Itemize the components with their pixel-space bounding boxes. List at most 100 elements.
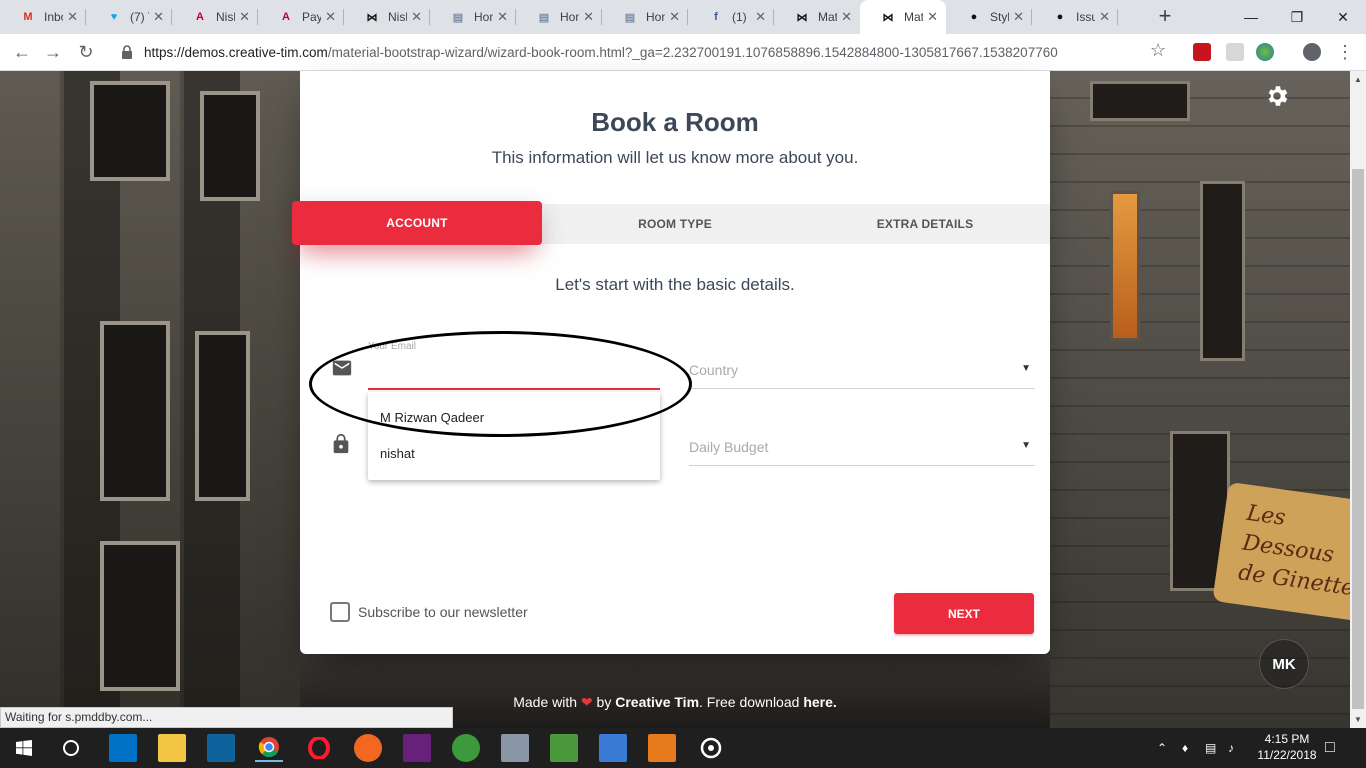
browser-tab[interactable]: ● Style ✕ xyxy=(946,0,1032,34)
new-tab-button[interactable]: + xyxy=(1153,4,1177,28)
maximize-button[interactable]: ❐ xyxy=(1274,0,1320,34)
browser-tab[interactable]: ▤ Hon ✕ xyxy=(516,0,602,34)
clock-time: 4:15 PM xyxy=(1264,732,1310,746)
volume-icon[interactable]: ♪ xyxy=(1228,728,1234,768)
browser-tab-title: Nish xyxy=(216,10,235,24)
menu-icon[interactable]: ⋮ xyxy=(1333,40,1357,64)
opera-icon[interactable] xyxy=(305,734,333,762)
browser-tab[interactable]: A Nish ✕ xyxy=(172,0,258,34)
minimize-button[interactable]: — xyxy=(1228,0,1274,34)
next-button[interactable]: NEXT xyxy=(894,593,1034,634)
avatar[interactable]: MK xyxy=(1259,639,1309,689)
scroll-down-icon[interactable]: ▼ xyxy=(1354,715,1362,724)
tab-room-type[interactable]: ROOM TYPE xyxy=(550,204,800,244)
browser-tab[interactable]: f (1) F ✕ xyxy=(688,0,774,34)
close-tab-icon[interactable]: ✕ xyxy=(583,9,594,25)
footer-download-link[interactable]: here. xyxy=(803,694,836,710)
country-select[interactable]: Country ▼ xyxy=(689,359,1035,389)
profile-icon[interactable] xyxy=(1303,43,1321,61)
browser-tab-title: Inbo xyxy=(44,10,63,24)
target-app-icon[interactable] xyxy=(697,734,725,762)
network-tray-icon[interactable]: ▤ xyxy=(1205,728,1216,768)
windows-start-icon[interactable] xyxy=(10,734,38,762)
close-tab-icon[interactable]: ✕ xyxy=(841,9,852,25)
close-tab-icon[interactable]: ✕ xyxy=(239,9,250,25)
notes-app-icon[interactable] xyxy=(550,734,578,762)
page-subtitle: This information will let us know more a… xyxy=(491,148,859,167)
visual-studio-icon[interactable] xyxy=(403,734,431,762)
browser-tab[interactable]: ⋈ Mat ✕ xyxy=(774,0,860,34)
search-icon[interactable] xyxy=(57,734,85,762)
security-tray-icon[interactable]: ♦ xyxy=(1182,728,1188,768)
show-hidden-icons[interactable]: ⌃ xyxy=(1157,728,1167,768)
postman-icon[interactable] xyxy=(354,734,382,762)
browser-tab[interactable]: ♥ (7) T ✕ xyxy=(86,0,172,34)
gmail-icon: M xyxy=(23,11,33,23)
email-underline xyxy=(368,388,660,390)
building-right-image: Les Dessous de Ginette xyxy=(1050,71,1350,728)
close-tab-icon[interactable]: ✕ xyxy=(1013,9,1024,25)
remote-desktop-icon[interactable] xyxy=(599,734,627,762)
acrobat-extension-icon[interactable] xyxy=(1193,43,1211,61)
frog-app-icon[interactable] xyxy=(452,734,480,762)
address-bar[interactable]: https://demos.creative-tim.com/material-… xyxy=(112,40,1177,64)
bookmark-star-icon[interactable]: ☆ xyxy=(1150,40,1166,61)
angular-icon: A xyxy=(196,11,204,23)
newsletter-checkbox[interactable] xyxy=(330,602,350,622)
bowtie-icon: ⋈ xyxy=(796,11,808,24)
browser-tab[interactable]: M Inbo ✕ xyxy=(0,0,86,34)
browser-tab[interactable]: ▤ Hon ✕ xyxy=(430,0,516,34)
globe-extension-icon[interactable] xyxy=(1256,43,1274,61)
browser-tab[interactable]: ▤ Hon ✕ xyxy=(602,0,688,34)
browser-tab[interactable]: ⋈ Mat ✕ xyxy=(860,0,946,34)
outlook-icon[interactable] xyxy=(109,734,137,762)
bowtie-icon: ⋈ xyxy=(882,11,894,24)
notifications-icon[interactable]: □ xyxy=(1325,728,1335,768)
close-tab-icon[interactable]: ✕ xyxy=(669,9,680,25)
file-explorer-icon[interactable] xyxy=(158,734,186,762)
vscode-icon[interactable] xyxy=(207,734,235,762)
browser-tab-title: Hon xyxy=(474,10,494,24)
daily-budget-select[interactable]: Daily Budget ▼ xyxy=(689,436,1035,466)
close-tab-icon[interactable]: ✕ xyxy=(497,9,508,25)
github-icon: ● xyxy=(1056,11,1064,23)
close-tab-icon[interactable]: ✕ xyxy=(927,9,938,25)
browser-tab[interactable]: ⋈ Nish ✕ xyxy=(344,0,430,34)
close-tab-icon[interactable]: ✕ xyxy=(325,9,336,25)
system-clock[interactable]: 4:15 PM 11/22/2018 xyxy=(1252,731,1322,763)
close-tab-icon[interactable]: ✕ xyxy=(411,9,422,25)
network-app-icon[interactable] xyxy=(501,734,529,762)
chevron-down-icon: ▼ xyxy=(1021,363,1031,374)
status-bar: Waiting for s.pmddby.com... xyxy=(0,707,453,728)
reload-button[interactable]: ↻ xyxy=(74,40,98,64)
app-orange-icon[interactable] xyxy=(648,734,676,762)
forward-button[interactable]: → xyxy=(41,40,65,64)
back-button[interactable]: ← xyxy=(10,40,34,64)
scroll-up-icon[interactable]: ▲ xyxy=(1354,75,1362,84)
close-window-button[interactable]: ✕ xyxy=(1320,0,1366,34)
chrome-icon[interactable] xyxy=(255,734,283,762)
url-path: /material-bootstrap-wizard/wizard-book-r… xyxy=(327,44,1058,60)
close-tab-icon[interactable]: ✕ xyxy=(67,9,78,25)
email-field[interactable] xyxy=(368,358,660,388)
browser-tab[interactable]: ● Issu ✕ xyxy=(1032,0,1118,34)
page-scrollbar[interactable]: ▲ ▼ xyxy=(1350,71,1366,728)
autocomplete-option[interactable]: nishat xyxy=(368,436,660,472)
windows-taskbar: ⌃ ♦ ▤ ♪ 4:15 PM 11/22/2018 □ xyxy=(0,728,1366,768)
footer-brand-link[interactable]: Creative Tim xyxy=(615,694,699,710)
newsletter-label: Subscribe to our newsletter xyxy=(358,604,528,620)
extension-icon[interactable] xyxy=(1226,43,1244,61)
chevron-down-icon: ▼ xyxy=(1021,440,1031,451)
country-placeholder: Country xyxy=(689,362,739,378)
close-tab-icon[interactable]: ✕ xyxy=(755,9,766,25)
tab-extra-details[interactable]: EXTRA DETAILS xyxy=(800,204,1050,244)
close-tab-icon[interactable]: ✕ xyxy=(1099,9,1110,25)
doc-icon: ▤ xyxy=(452,11,464,24)
browser-tab-title: Mat xyxy=(904,10,924,24)
browser-tab[interactable]: A Payr✕ xyxy=(258,0,344,34)
scrollbar-thumb[interactable] xyxy=(1352,169,1364,709)
autocomplete-option[interactable]: M Rizwan Qadeer xyxy=(368,400,660,436)
close-tab-icon[interactable]: ✕ xyxy=(153,9,164,25)
settings-gear-icon[interactable] xyxy=(1264,83,1290,109)
tab-account[interactable]: ACCOUNT xyxy=(292,201,542,245)
